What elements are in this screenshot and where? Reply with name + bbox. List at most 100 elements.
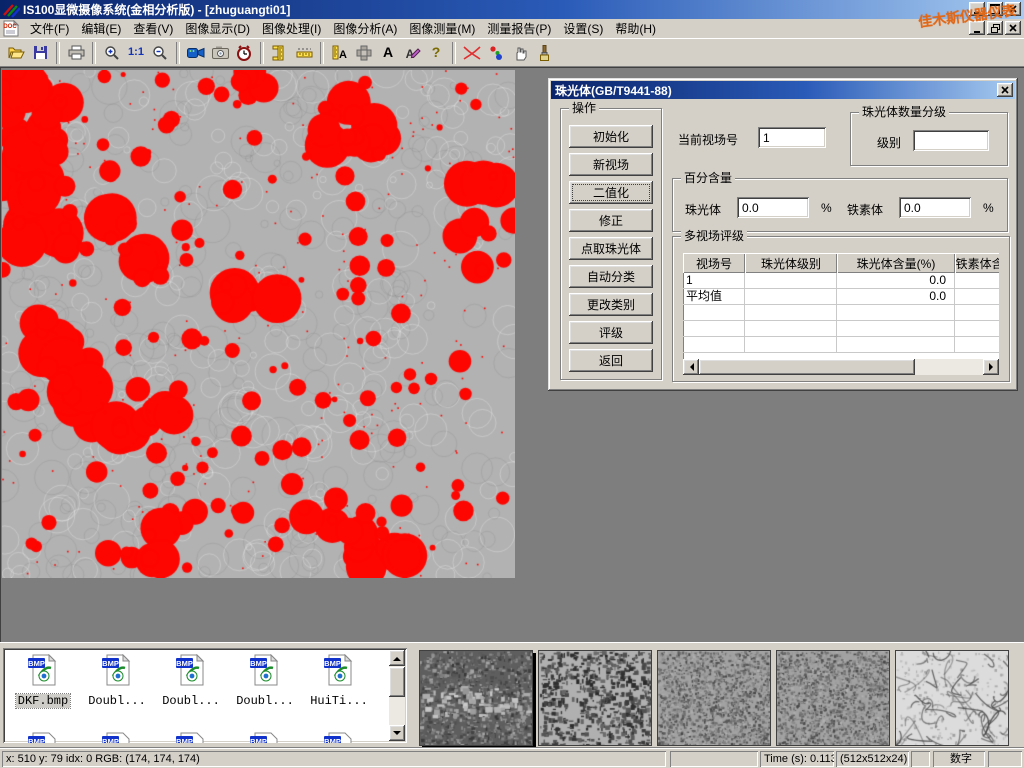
correct-button[interactable]: 修正	[569, 209, 653, 232]
caliper-icon[interactable]	[268, 41, 292, 64]
scroll-right-button[interactable]	[983, 359, 999, 375]
menu-help[interactable]: 帮助(H)	[609, 18, 662, 39]
table-row[interactable]	[683, 337, 999, 353]
menu-image-display[interactable]: 图像显示(D)	[179, 18, 256, 39]
print-icon[interactable]	[64, 41, 88, 64]
hscroll-track[interactable]	[915, 359, 983, 375]
menu-measure-report[interactable]: 测量报告(P)	[481, 18, 557, 39]
percent-group: 百分含量 珠光体 % 铁素体 %	[672, 178, 1008, 232]
file-list[interactable]: BMP DKF.bmp BMP Doubl... BMP Doubl... BM…	[3, 648, 407, 743]
save-icon[interactable]	[28, 41, 52, 64]
particles-icon[interactable]	[484, 41, 508, 64]
file-item[interactable]: BMP Doubl...	[81, 654, 153, 709]
toolbar: 1:1 A A A ?	[0, 38, 1024, 67]
file-item[interactable]: BMP Doubl...	[229, 654, 301, 709]
zoom-out-icon[interactable]	[148, 41, 172, 64]
init-button[interactable]: 初始化	[569, 125, 653, 148]
thumbnail-1[interactable]	[419, 650, 533, 746]
grade-group-label: 珠光体数量分级	[859, 105, 949, 119]
menu-settings[interactable]: 设置(S)	[557, 18, 609, 39]
operation-group-label: 操作	[569, 101, 599, 115]
open-icon[interactable]	[4, 41, 28, 64]
curve-tool-icon[interactable]	[460, 41, 484, 64]
scroll-left-button[interactable]	[683, 359, 699, 375]
text-tool-icon[interactable]: A	[376, 41, 400, 64]
file-item[interactable]: BMP DKF.bmp	[7, 654, 79, 709]
file-item[interactable]: BMP HuiTi...	[303, 654, 375, 709]
current-field-input[interactable]	[758, 127, 826, 148]
cursor-position-status: x: 510 y: 79 idx: 0 RGB: (174, 174, 174)	[2, 751, 666, 767]
vscroll-thumb[interactable]	[389, 667, 405, 697]
change-class-button[interactable]: 更改类别	[569, 293, 653, 316]
thumbnail-3[interactable]	[657, 650, 771, 746]
file-item[interactable]: BMP	[81, 732, 153, 743]
return-button[interactable]: 返回	[569, 349, 653, 372]
measure-text-icon[interactable]: A	[328, 41, 352, 64]
file-list-scrollbar[interactable]	[389, 650, 405, 741]
scroll-down-button[interactable]	[389, 725, 405, 741]
annotate-text-icon[interactable]: A	[400, 41, 424, 64]
file-name[interactable]: Doubl...	[234, 694, 296, 708]
pearlite-percent-input[interactable]	[737, 197, 809, 218]
menu-image-processing[interactable]: 图像处理(I)	[256, 18, 327, 39]
ferrite-unit: %	[983, 201, 994, 215]
arrow-down-icon	[393, 731, 401, 739]
file-name[interactable]: HuiTi...	[308, 694, 370, 708]
hand-tool-icon[interactable]	[508, 41, 532, 64]
clock-icon[interactable]	[232, 41, 256, 64]
grade-level-input[interactable]	[913, 130, 989, 151]
menu-image-measure[interactable]: 图像测量(M)	[403, 18, 481, 39]
video-camera-icon[interactable]	[184, 41, 208, 64]
file-item[interactable]: BMP Doubl...	[155, 654, 227, 709]
bmp-file-icon: BMP	[101, 654, 133, 686]
actual-size-icon[interactable]: 1:1	[124, 41, 148, 64]
file-item[interactable]: BMP	[303, 732, 375, 743]
thumbnail-2[interactable]	[538, 650, 652, 746]
auto-classify-button[interactable]: 自动分类	[569, 265, 653, 288]
menu-view[interactable]: 查看(V)	[127, 18, 179, 39]
file-name[interactable]: Doubl...	[86, 694, 148, 708]
table-hscrollbar[interactable]	[683, 359, 999, 375]
file-name[interactable]: Doubl...	[160, 694, 222, 708]
brush-icon[interactable]	[532, 41, 556, 64]
table-row[interactable]: 平均值 0.0	[683, 289, 999, 305]
thumbnail-4[interactable]	[776, 650, 890, 746]
hscroll-thumb[interactable]	[699, 359, 915, 375]
menu-image-analysis[interactable]: 图像分析(A)	[327, 18, 403, 39]
binarize-button[interactable]: 二值化	[569, 181, 653, 204]
grid-tool-icon[interactable]	[352, 41, 376, 64]
micrograph-image[interactable]	[2, 70, 515, 578]
pick-pearlite-button[interactable]: 点取珠光体	[569, 237, 653, 260]
help-icon[interactable]: ?	[424, 41, 448, 64]
arrow-up-icon	[393, 653, 401, 661]
rating-table[interactable]: 视场号 珠光体级别 珠光体含量(%) 铁素体含量(%) 1 0.0 平均值 0.…	[683, 253, 999, 375]
menu-edit[interactable]: 编辑(E)	[75, 18, 127, 39]
arrow-left-icon	[686, 363, 694, 371]
bmp-file-icon: BMP	[175, 732, 207, 743]
dialog-title-bar[interactable]: 珠光体(GB/T9441-88)	[551, 81, 1015, 99]
new-field-button[interactable]: 新视场	[569, 153, 653, 176]
rate-button[interactable]: 评级	[569, 321, 653, 344]
col-pearlite-content: 珠光体含量(%)	[837, 253, 955, 273]
table-row[interactable]: 1 0.0	[683, 273, 999, 289]
table-row[interactable]	[683, 305, 999, 321]
file-item[interactable]: BMP	[155, 732, 227, 743]
ferrite-percent-input[interactable]	[899, 197, 971, 218]
title-bar: IS100显微摄像系统(金相分析版) - [zhuguangti01]	[0, 0, 1024, 19]
file-item[interactable]: BMP	[229, 732, 301, 743]
dialog-close-button[interactable]	[997, 83, 1013, 97]
file-item[interactable]: BMP	[7, 732, 79, 743]
ruler-icon[interactable]	[292, 41, 316, 64]
table-row[interactable]	[683, 321, 999, 337]
thumbnail-5[interactable]	[895, 650, 1009, 746]
photo-camera-icon[interactable]	[208, 41, 232, 64]
mdi-close-icon	[1009, 24, 1017, 32]
current-field-label: 当前视场号	[678, 131, 738, 148]
scroll-up-button[interactable]	[389, 650, 405, 666]
zoom-in-icon[interactable]	[100, 41, 124, 64]
mdi-close-button[interactable]	[1005, 21, 1021, 35]
file-name[interactable]: DKF.bmp	[16, 694, 70, 708]
toolbar-separator	[56, 42, 60, 64]
mdi-restore-icon	[991, 24, 1000, 33]
menu-file[interactable]: 文件(F)	[24, 18, 75, 39]
